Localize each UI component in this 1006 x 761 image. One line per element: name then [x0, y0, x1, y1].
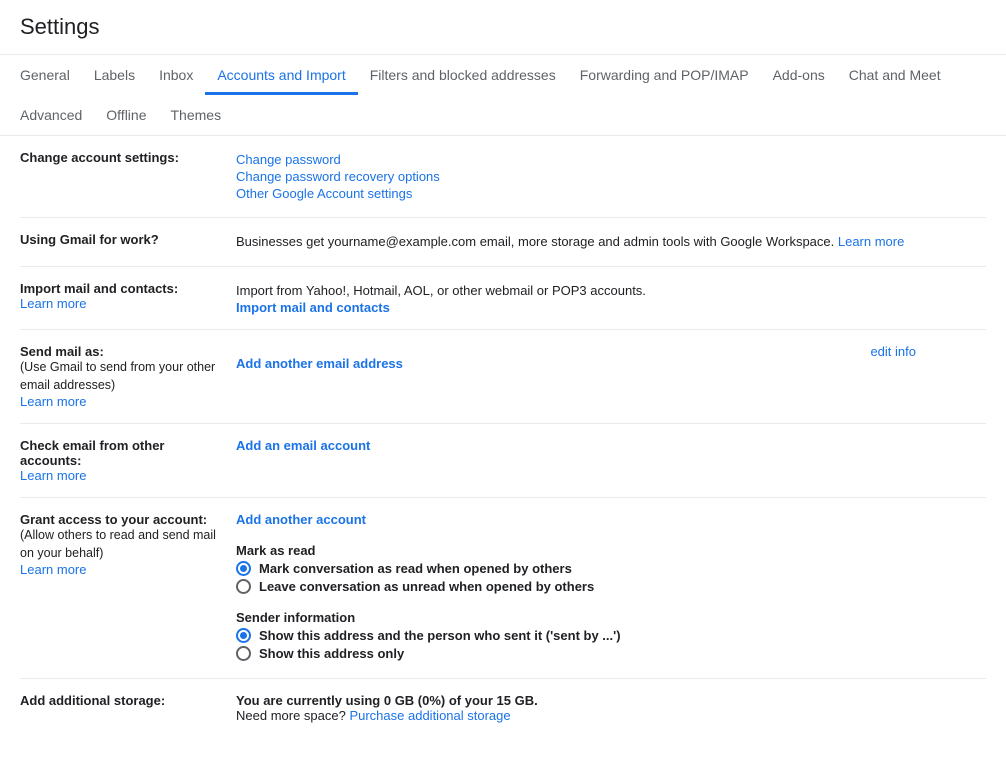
tab-addons[interactable]: Add-ons: [761, 55, 837, 95]
sender-label-1[interactable]: Show this address and the person who sen…: [259, 628, 621, 643]
sender-label-2[interactable]: Show this address only: [259, 646, 404, 661]
mark-read-label-1[interactable]: Mark conversation as read when opened by…: [259, 561, 572, 576]
storage-prompt: Need more space?: [236, 708, 349, 723]
mark-read-radio-unread[interactable]: [236, 579, 251, 594]
tab-filters[interactable]: Filters and blocked addresses: [358, 55, 568, 95]
tab-labels[interactable]: Labels: [82, 55, 147, 95]
mark-read-label-2[interactable]: Leave conversation as unread when opened…: [259, 579, 594, 594]
mark-as-read-heading: Mark as read: [236, 543, 986, 558]
tab-offline[interactable]: Offline: [94, 95, 158, 135]
tab-forwarding[interactable]: Forwarding and POP/IMAP: [568, 55, 761, 95]
sendas-edit-info-link[interactable]: edit info: [870, 344, 916, 359]
add-email-account-link[interactable]: Add an email account: [236, 438, 370, 453]
page-title: Settings: [0, 0, 1006, 54]
import-learn-more-link[interactable]: Learn more: [20, 296, 86, 311]
storage-body: You are currently using 0 GB (0%) of you…: [236, 693, 986, 708]
sendas-subtitle: (Use Gmail to send from your other email…: [20, 359, 224, 394]
mark-read-radio-read[interactable]: [236, 561, 251, 576]
purchase-storage-link[interactable]: Purchase additional storage: [349, 708, 510, 723]
sender-radio-show-both[interactable]: [236, 628, 251, 643]
tab-inbox[interactable]: Inbox: [147, 55, 205, 95]
sender-radio-address-only[interactable]: [236, 646, 251, 661]
tab-accounts-and-import[interactable]: Accounts and Import: [205, 55, 357, 95]
tab-general[interactable]: General: [8, 55, 82, 95]
tab-themes[interactable]: Themes: [159, 95, 234, 135]
sendas-title: Send mail as:: [20, 344, 224, 359]
import-body: Import from Yahoo!, Hotmail, AOL, or oth…: [236, 281, 986, 301]
check-email-title: Check email from other accounts:: [20, 438, 224, 468]
import-mail-contacts-link[interactable]: Import mail and contacts: [236, 300, 390, 315]
change-password-link[interactable]: Change password: [236, 152, 986, 167]
grant-learn-more-link[interactable]: Learn more: [20, 562, 86, 577]
section-import-mail-contacts: Import mail and contacts: Learn more Imp…: [20, 267, 986, 331]
add-another-account-link[interactable]: Add another account: [236, 512, 366, 527]
section-send-mail-as: Send mail as: (Use Gmail to send from yo…: [20, 330, 986, 424]
sendas-learn-more-link[interactable]: Learn more: [20, 394, 86, 409]
settings-tabs: General Labels Inbox Accounts and Import…: [0, 54, 1006, 136]
work-title: Using Gmail for work?: [20, 232, 224, 247]
check-email-learn-more-link[interactable]: Learn more: [20, 468, 86, 483]
section-change-account-settings: Change account settings: Change password…: [20, 136, 986, 218]
change-recovery-link[interactable]: Change password recovery options: [236, 169, 986, 184]
grant-title: Grant access to your account:: [20, 512, 224, 527]
tab-advanced[interactable]: Advanced: [8, 95, 94, 135]
work-body: Businesses get yourname@example.com emai…: [236, 234, 838, 249]
storage-title: Add additional storage:: [20, 693, 224, 708]
grant-subtitle: (Allow others to read and send mail on y…: [20, 527, 224, 562]
work-learn-more-link[interactable]: Learn more: [838, 234, 904, 249]
sender-info-heading: Sender information: [236, 610, 986, 625]
other-account-settings-link[interactable]: Other Google Account settings: [236, 186, 986, 201]
tab-chat-and-meet[interactable]: Chat and Meet: [837, 55, 953, 95]
section-gmail-for-work: Using Gmail for work? Businesses get you…: [20, 218, 986, 267]
add-another-email-link[interactable]: Add another email address: [236, 356, 403, 371]
section-grant-access: Grant access to your account: (Allow oth…: [20, 498, 986, 679]
section-check-email: Check email from other accounts: Learn m…: [20, 424, 986, 498]
change-account-title: Change account settings:: [20, 150, 224, 165]
import-title: Import mail and contacts:: [20, 281, 224, 296]
section-additional-storage: Add additional storage: You are currentl…: [20, 679, 986, 737]
